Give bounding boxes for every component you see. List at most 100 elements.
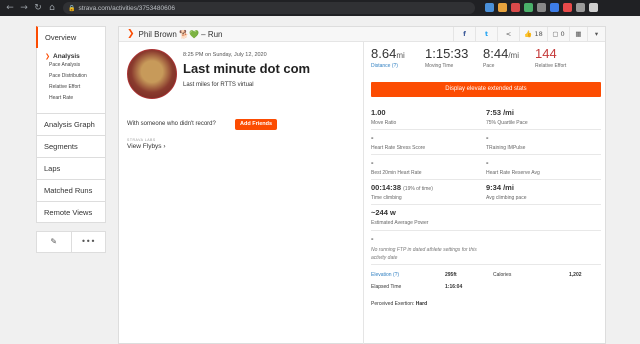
calories-label: Calories [493,272,512,278]
reload-icon[interactable]: ↻ [32,2,44,14]
calories-value: 1,202 [569,272,582,278]
analysis-submenu: ❯ Analysis Pace Analysis Pace Distributi… [36,48,106,113]
elapsed-time-value: 1:16:04 [445,284,463,290]
perceived-exertion-value: Hard [415,301,428,307]
page: Overview ❯ Analysis Pace Analysis Pace D… [0,16,640,344]
browser-toolbar: ← → ↻ ⌂ 🔒 strava.com/activities/37534806… [0,0,640,16]
comment-icon: ▢ [552,30,559,38]
distance-label[interactable]: Distance (?) [371,63,425,69]
sidebar-subitem-heart-rate[interactable]: Heart Rate [49,96,105,101]
climb-pace-label: Avg climbing pace [486,195,527,201]
browser-extension-icon[interactable] [550,3,559,12]
browser-extension-icon[interactable] [589,3,598,12]
comments-button[interactable]: ▢ 0 [547,27,569,42]
forward-arrow-icon[interactable]: → [18,2,30,14]
activity-stats: 8.64mi Distance (?) 1:15:33 Moving Time … [371,46,601,307]
activity-date: 8:25 PM on Sunday, July 12, 2020 [183,52,267,58]
sidebar-item-laps[interactable]: Laps [36,157,106,179]
qr-code-icon[interactable]: ▦ [569,27,587,42]
chevron-right-icon: › [163,143,166,150]
back-arrow-icon[interactable]: ← [4,2,16,14]
more-stats: Elevation (?) 295ft Calories 1,202 Elaps… [371,269,601,307]
power-value: ~244 w [371,208,396,217]
power-label: Estimated Average Power [371,220,429,226]
sidebar-item-remote-views[interactable]: Remote Views [36,201,106,223]
pace-stat: 8:44/mi Pace [483,46,535,76]
ftp-value: - [371,234,374,243]
header-actions: f t < 👍 18 ▢ 0 ▦ ▾ [453,27,605,42]
quartile-pace-value: 7:53 /mi [486,108,514,117]
lock-icon: 🔒 [68,4,76,12]
extension-icons [485,3,598,12]
trimp-value: - [486,133,489,142]
activity-panel: ❯ Phil Brown 🐕💚 – Run f t < 👍 18 ▢ 0 ▦ ▾… [118,26,606,344]
sidebar-item-overview[interactable]: Overview [36,26,106,48]
best20-value: - [371,158,374,167]
pace-label: Pace [483,63,495,69]
analysis-header: Analysis [53,53,80,60]
sidebar-item-analysis-graph[interactable]: Analysis Graph [36,113,106,135]
browser-extension-icon[interactable] [576,3,585,12]
with-someone-text: With someone who didn't record? [127,121,216,127]
primary-stats: 8.64mi Distance (?) 1:15:33 Moving Time … [371,46,601,76]
elapsed-time-label: Elapsed Time [371,284,402,290]
move-ratio-label: Move Ratio [371,120,397,126]
share-icon[interactable]: < [497,27,519,42]
distance-unit: mi [396,51,405,60]
view-flybys-link[interactable]: View Flybys › [127,143,166,150]
best20-label: Best 20min Heart Rate [371,170,422,176]
more-options-icon[interactable]: ▾ [587,27,605,42]
add-friends-button[interactable]: Add Friends [235,119,278,130]
browser-extension-icon[interactable] [537,3,546,12]
browser-extension-icon[interactable] [498,3,507,12]
sidebar-item-analysis[interactable]: ❯ Analysis [45,53,105,60]
browser-extension-icon[interactable] [485,3,494,12]
hrr-label: Heart Rate Reserve Avg [486,170,540,176]
relative-effort-label: Relative Effort [535,63,567,69]
browser-extension-icon[interactable] [563,3,572,12]
view-flybys-text: View Flybys [127,143,162,150]
stats-row: - Best 20min Heart Rate - Heart Rate Reser… [371,155,601,180]
address-bar[interactable]: 🔒 strava.com/activities/3753480606 [63,2,475,14]
sidebar-item-matched-runs[interactable]: Matched Runs [36,179,106,201]
stats-row: - Heart Rate Stress Score - TRaining IMPul… [371,130,601,155]
facebook-icon[interactable]: f [453,27,475,42]
climb-pace-value: 9:34 /mi [486,183,514,192]
stats-row: 00:14:38 (19% of time) Time climbing 9:34… [371,180,601,205]
elevate-extended-stats-button[interactable]: Display elevate extended stats [371,82,601,97]
athlete-activity-title[interactable]: Phil Brown 🐕💚 – Run [139,30,223,39]
relative-effort-value: 144 [535,46,557,61]
thumbs-up-icon: 👍 [524,30,533,38]
hrr-value: - [486,158,489,167]
sidebar-subitem-relative-effort[interactable]: Relative Effort [49,85,105,90]
url-text: strava.com/activities/3753480606 [78,4,175,12]
elevation-label[interactable]: Elevation (?) [371,272,445,278]
activity-photo[interactable] [127,49,177,99]
perceived-exertion: Perceived Exertion: Hard [371,301,601,307]
browser-extension-icon[interactable] [511,3,520,12]
kudos-button[interactable]: 👍 18 [519,27,547,42]
pace-unit: /mi [508,51,519,60]
sidebar-item-segments[interactable]: Segments [36,135,106,157]
column-divider [363,42,364,344]
pencil-icon[interactable]: ✎ [37,232,71,252]
hrss-value: - [371,133,374,142]
distance-value: 8.64 [371,46,397,61]
twitter-icon[interactable]: t [475,27,497,42]
browser-extension-icon[interactable] [524,3,533,12]
pace-value: 8:44 [483,46,509,61]
ftp-stat: - No running FTP in dated athlete settin… [371,231,601,265]
sidebar-subitem-pace-distribution[interactable]: Pace Distribution [49,74,105,79]
sidebar-subitem-pace-analysis[interactable]: Pace Analysis [49,63,105,68]
perceived-exertion-label: Perceived Exertion: [371,301,415,307]
extended-stats: 1.00 Move Ratio 7:53 /mi 75% Quartile Pace… [371,105,601,265]
chevron-right-icon: ❯ [45,53,51,60]
quartile-pace-label: 75% Quartile Pace [486,120,528,126]
activity-header: ❯ Phil Brown 🐕💚 – Run f t < 👍 18 ▢ 0 ▦ ▾ [119,27,605,42]
elevation-value: 295ft [445,272,457,278]
more-icon[interactable]: ••• [70,232,106,252]
move-ratio-value: 1.00 [371,108,386,117]
strava-labs-label: STRAVA LABS [127,138,156,142]
home-icon[interactable]: ⌂ [46,2,58,14]
sidebar-tools: ✎ ••• [36,231,106,253]
